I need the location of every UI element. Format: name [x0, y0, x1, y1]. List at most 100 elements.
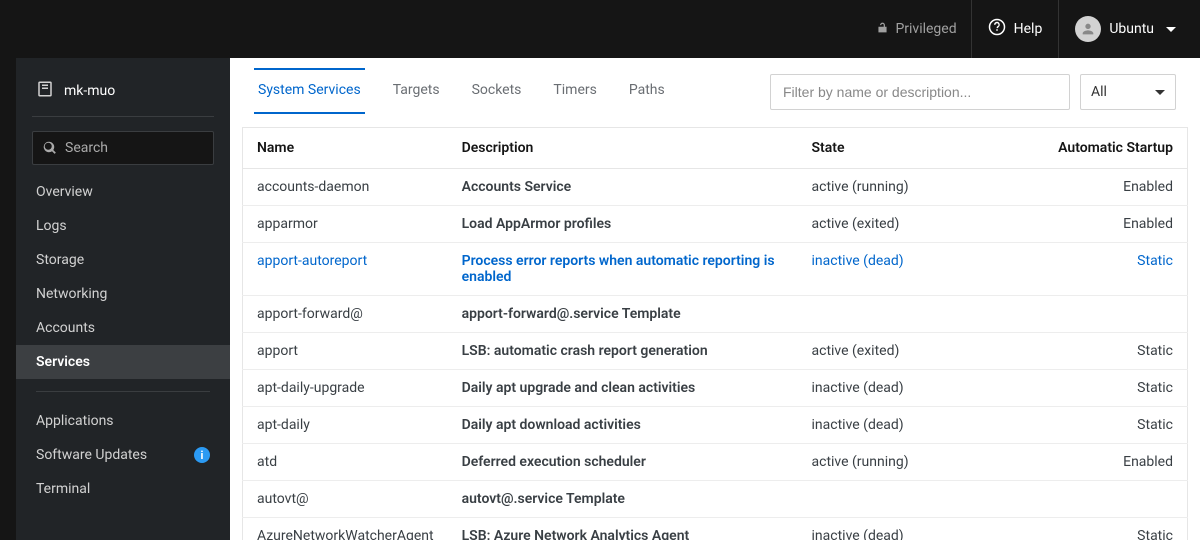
service-description: Deferred execution scheduler: [448, 444, 798, 481]
sidebar-item-label: Software Updates: [36, 447, 147, 463]
service-state: active (exited): [798, 206, 1028, 243]
service-state: active (running): [798, 169, 1028, 206]
sidebar-item-label: Overview: [36, 184, 93, 200]
main-content: System Services Targets Sockets Timers Paths…: [230, 58, 1200, 540]
table-row[interactable]: apparmorLoad AppArmor profilesactive (ex…: [243, 206, 1188, 243]
user-label: Ubuntu: [1109, 21, 1154, 37]
search-input[interactable]: Search: [32, 131, 214, 165]
help-label: Help: [1014, 21, 1043, 37]
help-menu[interactable]: Help: [971, 0, 1059, 58]
service-startup: [1028, 296, 1188, 333]
service-name: AzureNetworkWatcherAgent: [243, 518, 448, 540]
sidebar-item-logs[interactable]: Logs: [16, 209, 230, 243]
service-description: Daily apt download activities: [448, 407, 798, 444]
hostname-label: mk-muo: [64, 83, 115, 99]
service-startup: Enabled: [1028, 206, 1188, 243]
service-description: apport-forward@.service Template: [448, 296, 798, 333]
sidebar-item-label: Logs: [36, 218, 67, 234]
hostname-row[interactable]: mk-muo: [16, 74, 230, 116]
table-row[interactable]: accounts-daemonAccounts Serviceactive (r…: [243, 169, 1188, 206]
sidebar-item-services[interactable]: Services: [16, 345, 230, 379]
sidebar-item-label: Services: [36, 354, 90, 370]
tab-sockets[interactable]: Sockets: [468, 70, 526, 114]
table-row[interactable]: apportLSB: automatic crash report genera…: [243, 333, 1188, 370]
col-header-startup[interactable]: Automatic Startup: [1028, 128, 1188, 169]
service-startup: [1028, 481, 1188, 518]
filter-input[interactable]: [770, 74, 1070, 110]
service-state: inactive (dead): [798, 518, 1028, 540]
service-startup: Static: [1028, 407, 1188, 444]
service-state: [798, 296, 1028, 333]
service-name: atd: [243, 444, 448, 481]
table-row[interactable]: apt-daily-upgradeDaily apt upgrade and c…: [243, 370, 1188, 407]
table-row[interactable]: apport-autoreportProcess error reports w…: [243, 243, 1188, 296]
sidebar-item-label: Networking: [36, 286, 107, 302]
service-description: LSB: automatic crash report generation: [448, 333, 798, 370]
divider: [32, 116, 214, 117]
tab-timers[interactable]: Timers: [549, 70, 600, 114]
service-state: inactive (dead): [798, 370, 1028, 407]
service-startup: Enabled: [1028, 444, 1188, 481]
chevron-down-icon: [1155, 90, 1165, 95]
state-filter-select[interactable]: All: [1080, 74, 1176, 110]
sidebar-item-applications[interactable]: Applications: [16, 404, 230, 438]
tab-targets[interactable]: Targets: [389, 70, 444, 114]
service-name: apport: [243, 333, 448, 370]
tab-system-services[interactable]: System Services: [254, 68, 365, 114]
service-startup: Static: [1028, 370, 1188, 407]
state-filter-label: All: [1091, 84, 1107, 100]
service-name: apport-forward@: [243, 296, 448, 333]
service-description: LSB: Azure Network Analytics Agent: [448, 518, 798, 540]
service-state: inactive (dead): [798, 243, 1028, 296]
topbar: Privileged Help Ubuntu: [0, 0, 1200, 58]
service-startup: Enabled: [1028, 169, 1188, 206]
sidebar-item-label: Accounts: [36, 320, 95, 336]
service-name: apparmor: [243, 206, 448, 243]
privileged-label: Privileged: [895, 21, 956, 37]
divider: [36, 391, 210, 392]
nav-bottom: Applications Software Updatesi Terminal: [16, 404, 230, 506]
service-startup: Static: [1028, 243, 1188, 296]
service-name: apt-daily: [243, 407, 448, 444]
service-description: Load AppArmor profiles: [448, 206, 798, 243]
tab-paths[interactable]: Paths: [625, 70, 669, 114]
service-name: apport-autoreport: [243, 243, 448, 296]
tabs: System Services Targets Sockets Timers Paths: [254, 70, 760, 114]
col-header-state[interactable]: State: [798, 128, 1028, 169]
service-name: apt-daily-upgrade: [243, 370, 448, 407]
col-header-description[interactable]: Description: [448, 128, 798, 169]
table-row[interactable]: AzureNetworkWatcherAgentLSB: Azure Netwo…: [243, 518, 1188, 540]
sidebar-item-label: Applications: [36, 413, 114, 429]
services-table: Name Description State Automatic Startup…: [242, 127, 1188, 540]
service-state: active (running): [798, 444, 1028, 481]
sidebar-item-overview[interactable]: Overview: [16, 175, 230, 209]
sidebar-item-accounts[interactable]: Accounts: [16, 311, 230, 345]
sidebar-item-label: Terminal: [36, 481, 90, 497]
service-name: autovt@: [243, 481, 448, 518]
sidebar-item-networking[interactable]: Networking: [16, 277, 230, 311]
table-row[interactable]: apport-forward@apport-forward@.service T…: [243, 296, 1188, 333]
chevron-down-icon: [1166, 27, 1176, 32]
table-row[interactable]: apt-dailyDaily apt download activitiesin…: [243, 407, 1188, 444]
search-placeholder: Search: [65, 140, 108, 156]
left-gutter: [0, 58, 16, 540]
help-icon: [988, 18, 1006, 40]
sidebar-item-software-updates[interactable]: Software Updatesi: [16, 438, 230, 472]
privileged-indicator[interactable]: Privileged: [862, 0, 970, 58]
col-header-name[interactable]: Name: [243, 128, 448, 169]
user-menu[interactable]: Ubuntu: [1058, 0, 1184, 58]
service-state: [798, 481, 1028, 518]
sidebar-item-storage[interactable]: Storage: [16, 243, 230, 277]
sidebar-item-label: Storage: [36, 252, 84, 268]
service-description: Accounts Service: [448, 169, 798, 206]
service-startup: Static: [1028, 333, 1188, 370]
sidebar-item-terminal[interactable]: Terminal: [16, 472, 230, 506]
search-icon: [43, 141, 57, 155]
service-description: Daily apt upgrade and clean activities: [448, 370, 798, 407]
service-description: Process error reports when automatic rep…: [448, 243, 798, 296]
service-name: accounts-daemon: [243, 169, 448, 206]
table-row[interactable]: atdDeferred execution scheduleractive (r…: [243, 444, 1188, 481]
service-description: autovt@.service Template: [448, 481, 798, 518]
table-row[interactable]: autovt@autovt@.service Template: [243, 481, 1188, 518]
service-state: inactive (dead): [798, 407, 1028, 444]
